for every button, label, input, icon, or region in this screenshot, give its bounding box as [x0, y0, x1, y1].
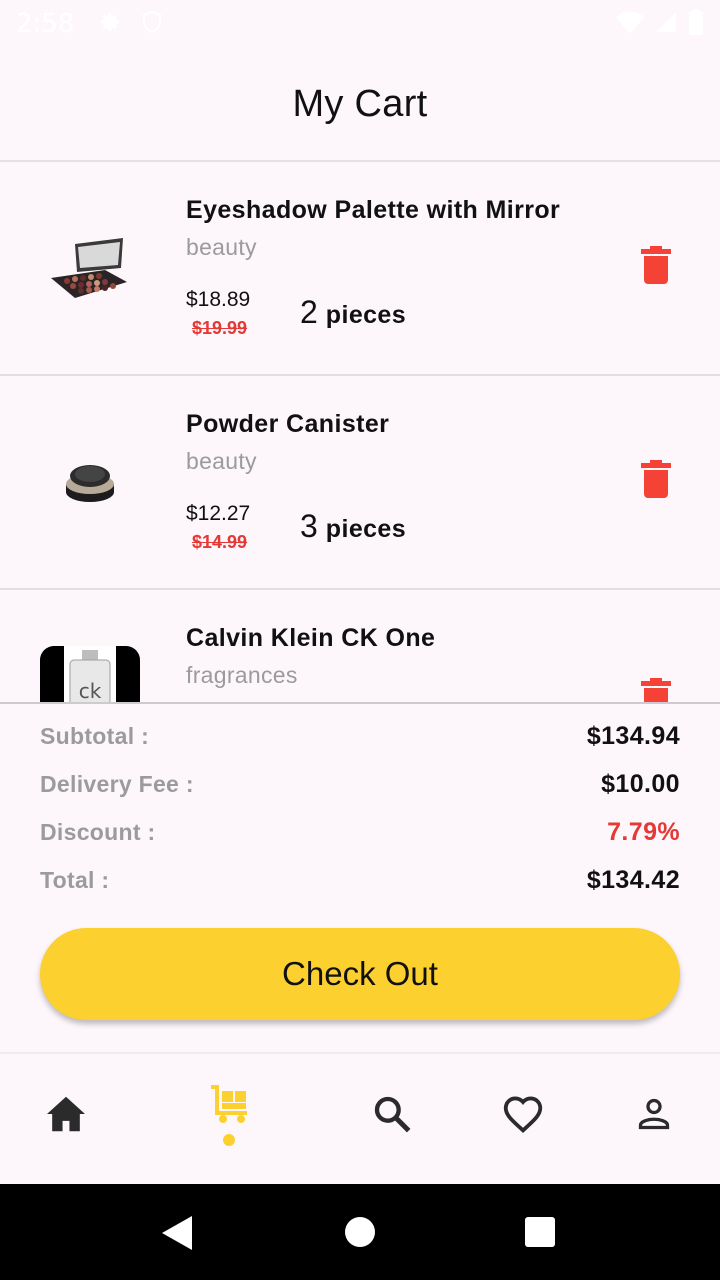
subtotal-row: Subtotal : $134.94 [40, 712, 680, 760]
item-price: $18.89 [186, 288, 251, 311]
system-nav-bar [0, 1184, 720, 1280]
quantity-unit: pieces [325, 515, 407, 543]
subtotal-value: $134.94 [586, 721, 680, 750]
trash-icon [641, 245, 671, 289]
gear-icon [96, 9, 122, 40]
item-name: Powder Canister [186, 410, 390, 438]
total-value: $134.42 [586, 865, 680, 894]
item-name: Calvin Klein CK One [186, 624, 436, 652]
subtotal-label: Subtotal : [40, 722, 150, 749]
trash-icon [641, 677, 671, 702]
status-bar: 2:58 [0, 0, 720, 48]
total-row: Total : $134.42 [40, 856, 680, 904]
item-old-price: $19.99 [192, 318, 248, 338]
cart-item[interactable]: Powder Canister beauty $12.27 $14.99 3 p… [0, 376, 720, 590]
discount-value: 7.79% [607, 817, 680, 846]
cart-icon [209, 1083, 249, 1130]
nav-favorites[interactable] [499, 1092, 547, 1140]
home-icon [45, 1095, 87, 1138]
back-button[interactable] [162, 1216, 194, 1255]
item-quantity: 2 pieces [300, 294, 406, 331]
item-category: fragrances [186, 662, 298, 688]
checkout-button[interactable]: Check Out [40, 928, 680, 1020]
cart-item[interactable]: Eyeshadow Palette with Mirror beauty $18… [0, 162, 720, 376]
powder-canister-image [40, 436, 140, 536]
recents-button[interactable] [524, 1216, 556, 1253]
item-name: Eyeshadow Palette with Mirror [186, 196, 561, 224]
quantity-unit: pieces [325, 301, 407, 329]
home-button[interactable] [344, 1216, 376, 1253]
quantity-number: 3 [300, 508, 318, 544]
search-icon [372, 1094, 412, 1139]
total-label: Total : [40, 866, 110, 893]
back-triangle-icon [162, 1216, 194, 1255]
item-price: $12.27 [186, 502, 251, 525]
eyeshadow-palette-image [40, 222, 140, 322]
delete-button[interactable] [636, 458, 676, 504]
cart-item[interactable]: ck Calvin Klein CK One fragrances [0, 590, 720, 702]
recents-square-icon [524, 1216, 556, 1253]
delivery-fee-label: Delivery Fee : [40, 770, 194, 797]
delivery-fee-row: Delivery Fee : $10.00 [40, 760, 680, 808]
nav-cart[interactable] [205, 1082, 253, 1130]
discount-row: Discount : 7.79% [40, 808, 680, 856]
discount-label: Discount : [40, 818, 156, 845]
status-time: 2:58 [16, 9, 75, 39]
app-bar: My Cart [0, 48, 720, 160]
nav-home[interactable] [42, 1092, 90, 1140]
wifi-icon [616, 10, 644, 39]
item-quantity: 3 pieces [300, 508, 406, 545]
trash-icon [641, 459, 671, 503]
active-indicator [223, 1134, 235, 1146]
svg-text:ck: ck [79, 679, 102, 702]
heart-icon [502, 1095, 544, 1138]
perfume-bottle-image: ck [40, 646, 140, 702]
item-category: beauty [186, 448, 257, 474]
item-category: beauty [186, 234, 257, 260]
summary-divider [0, 702, 720, 704]
bottom-nav [0, 1052, 720, 1184]
delete-button[interactable] [636, 244, 676, 290]
signal-icon [654, 10, 678, 39]
nav-profile[interactable] [630, 1092, 678, 1140]
person-icon [636, 1096, 672, 1137]
delete-button[interactable] [636, 676, 676, 702]
delivery-fee-value: $10.00 [601, 769, 680, 798]
battery-icon [688, 8, 704, 40]
page-title: My Cart [292, 82, 428, 125]
home-circle-icon [344, 1216, 376, 1253]
order-summary: Subtotal : $134.94 Delivery Fee : $10.00… [40, 712, 680, 904]
quantity-number: 2 [300, 294, 318, 330]
cart-list[interactable]: Eyeshadow Palette with Mirror beauty $18… [0, 162, 720, 702]
shield-icon [140, 9, 164, 40]
item-old-price: $14.99 [192, 532, 248, 552]
nav-search[interactable] [368, 1092, 416, 1140]
